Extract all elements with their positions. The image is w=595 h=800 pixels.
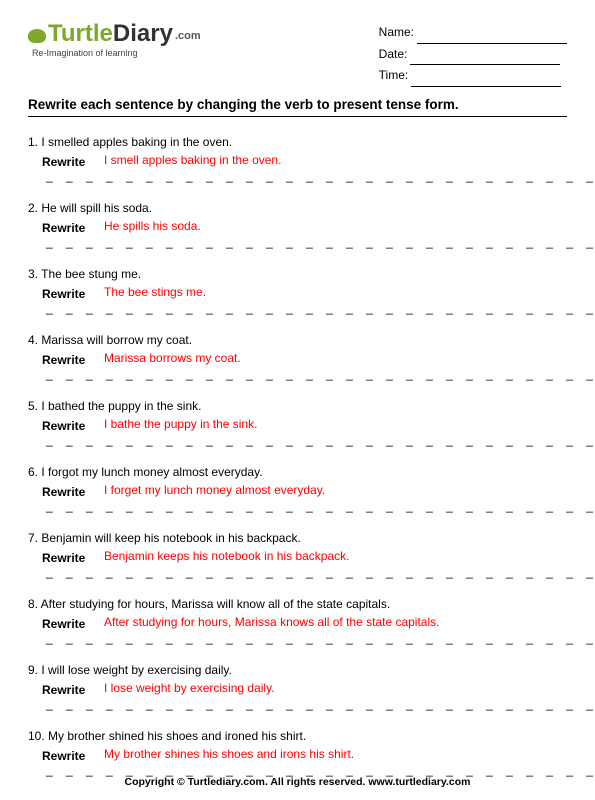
answer-dashes: _ _ _ _ _ _ _ _ _ _ _ _ _ _ _ _ _ _ _ _ … (46, 565, 595, 579)
turtle-icon (28, 29, 46, 43)
answer-dashes: _ _ _ _ _ _ _ _ _ _ _ _ _ _ _ _ _ _ _ _ … (46, 763, 595, 777)
rewrite-line[interactable]: Rewrite_ _ _ _ _ _ _ _ _ _ _ _ _ _ _ _ _… (28, 617, 567, 645)
rewrite-label: Rewrite (42, 287, 85, 301)
meta-fields: Name: Date: Time: (379, 22, 567, 87)
rewrite-label: Rewrite (42, 155, 85, 169)
answer-dashes: _ _ _ _ _ _ _ _ _ _ _ _ _ _ _ _ _ _ _ _ … (46, 367, 595, 381)
answer-text: I smell apples baking in the oven. (104, 153, 281, 167)
item-prompt: 5. I bathed the puppy in the sink. (28, 399, 567, 413)
items-list: 1. I smelled apples baking in the oven. R… (28, 135, 567, 777)
instruction: Rewrite each sentence by changing the ve… (28, 97, 567, 112)
time-input-line[interactable] (411, 86, 561, 87)
date-label: Date: (379, 47, 408, 61)
answer-dashes: _ _ _ _ _ _ _ _ _ _ _ _ _ _ _ _ _ _ _ _ … (46, 631, 595, 645)
answer-text: He spills his soda. (104, 219, 201, 233)
rewrite-label: Rewrite (42, 221, 85, 235)
logo-brand-2: Diary (113, 20, 173, 47)
item: 5. I bathed the puppy in the sink. Rewrit… (28, 399, 567, 447)
logo-text: TurtleDiary.com (28, 22, 201, 46)
item-prompt: 1. I smelled apples baking in the oven. (28, 135, 567, 149)
rewrite-label: Rewrite (42, 683, 85, 697)
rewrite-label: Rewrite (42, 353, 85, 367)
logo: TurtleDiary.com Re-Imagination of learni… (28, 22, 201, 58)
rewrite-line[interactable]: Rewrite_ _ _ _ _ _ _ _ _ _ _ _ _ _ _ _ _… (28, 155, 567, 183)
answer-dashes: _ _ _ _ _ _ _ _ _ _ _ _ _ _ _ _ _ _ _ _ … (46, 499, 595, 513)
answer-text: I lose weight by exercising daily. (104, 681, 275, 695)
item-prompt: 3. The bee stung me. (28, 267, 567, 281)
rewrite-line[interactable]: Rewrite_ _ _ _ _ _ _ _ _ _ _ _ _ _ _ _ _… (28, 551, 567, 579)
rewrite-line[interactable]: Rewrite_ _ _ _ _ _ _ _ _ _ _ _ _ _ _ _ _… (28, 485, 567, 513)
header: TurtleDiary.com Re-Imagination of learni… (28, 22, 567, 87)
item: 6. I forgot my lunch money almost everyd… (28, 465, 567, 513)
item: 2. He will spill his soda. Rewrite_ _ _ _… (28, 201, 567, 249)
answer-text: My brother shines his shoes and irons hi… (104, 747, 354, 761)
answer-dashes: _ _ _ _ _ _ _ _ _ _ _ _ _ _ _ _ _ _ _ _ … (46, 433, 595, 447)
item-prompt: 4. Marissa will borrow my coat. (28, 333, 567, 347)
item-prompt: 6. I forgot my lunch money almost everyd… (28, 465, 567, 479)
item: 9. I will lose weight by exercising dail… (28, 663, 567, 711)
rewrite-line[interactable]: Rewrite_ _ _ _ _ _ _ _ _ _ _ _ _ _ _ _ _… (28, 221, 567, 249)
answer-text: Benjamin keeps his notebook in his backp… (104, 549, 349, 563)
answer-text: The bee stings me. (104, 285, 206, 299)
rewrite-label: Rewrite (42, 485, 85, 499)
item-prompt: 8. After studying for hours, Marissa wil… (28, 597, 567, 611)
item: 3. The bee stung me. Rewrite_ _ _ _ _ _ _… (28, 267, 567, 315)
rewrite-label: Rewrite (42, 551, 85, 565)
item-prompt: 10. My brother shined his shoes and iron… (28, 729, 567, 743)
rewrite-label: Rewrite (42, 749, 85, 763)
rewrite-line[interactable]: Rewrite_ _ _ _ _ _ _ _ _ _ _ _ _ _ _ _ _… (28, 419, 567, 447)
logo-com: .com (175, 30, 201, 42)
name-label: Name: (379, 25, 414, 39)
item-prompt: 2. He will spill his soda. (28, 201, 567, 215)
divider (28, 116, 567, 117)
answer-dashes: _ _ _ _ _ _ _ _ _ _ _ _ _ _ _ _ _ _ _ _ … (46, 235, 595, 249)
answer-dashes: _ _ _ _ _ _ _ _ _ _ _ _ _ _ _ _ _ _ _ _ … (46, 169, 595, 183)
logo-brand-1: Turtle (48, 20, 113, 47)
footer: Copyright © Turtlediary.com. All rights … (0, 776, 595, 788)
tagline: Re-Imagination of learning (32, 48, 201, 58)
answer-dashes: _ _ _ _ _ _ _ _ _ _ _ _ _ _ _ _ _ _ _ _ … (46, 301, 595, 315)
rewrite-line[interactable]: Rewrite_ _ _ _ _ _ _ _ _ _ _ _ _ _ _ _ _… (28, 287, 567, 315)
item: 4. Marissa will borrow my coat. Rewrite_ … (28, 333, 567, 381)
item: 7. Benjamin will keep his notebook in hi… (28, 531, 567, 579)
item-prompt: 7. Benjamin will keep his notebook in hi… (28, 531, 567, 545)
answer-dashes: _ _ _ _ _ _ _ _ _ _ _ _ _ _ _ _ _ _ _ _ … (46, 697, 595, 711)
time-label: Time: (379, 68, 409, 82)
item: 8. After studying for hours, Marissa wil… (28, 597, 567, 645)
answer-text: I forget my lunch money almost everyday. (104, 483, 325, 497)
answer-text: I bathe the puppy in the sink. (104, 417, 257, 431)
item: 1. I smelled apples baking in the oven. R… (28, 135, 567, 183)
item-prompt: 9. I will lose weight by exercising dail… (28, 663, 567, 677)
item: 10. My brother shined his shoes and iron… (28, 729, 567, 777)
rewrite-label: Rewrite (42, 617, 85, 631)
rewrite-label: Rewrite (42, 419, 85, 433)
answer-text: After studying for hours, Marissa knows … (104, 615, 439, 629)
rewrite-line[interactable]: Rewrite_ _ _ _ _ _ _ _ _ _ _ _ _ _ _ _ _… (28, 353, 567, 381)
rewrite-line[interactable]: Rewrite_ _ _ _ _ _ _ _ _ _ _ _ _ _ _ _ _… (28, 683, 567, 711)
rewrite-line[interactable]: Rewrite_ _ _ _ _ _ _ _ _ _ _ _ _ _ _ _ _… (28, 749, 567, 777)
answer-text: Marissa borrows my coat. (104, 351, 241, 365)
